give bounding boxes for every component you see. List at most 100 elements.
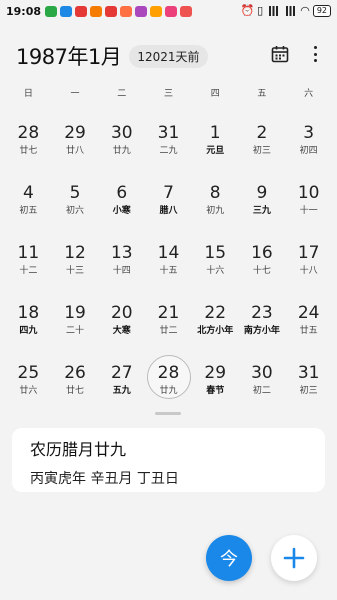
day-cell[interactable]: 10 十一 <box>285 178 332 238</box>
notification-app-icon <box>90 5 103 17</box>
month-title[interactable]: 1987年1月 <box>16 41 122 71</box>
day-cell[interactable]: 19 二十 <box>52 298 99 358</box>
weekday-label: 三 <box>163 89 173 99</box>
status-right: ⏰ ▯ ◠ 92 <box>237 4 331 17</box>
day-cell[interactable]: 13 十四 <box>98 238 145 298</box>
day-number: 26 <box>64 363 86 383</box>
day-cell[interactable]: 28 廿七 <box>5 118 52 178</box>
lunar-label: 十三 <box>66 266 85 276</box>
days-ago-badge: 12021天前 <box>129 44 208 68</box>
day-cell[interactable]: 1 元旦 <box>192 118 239 178</box>
day-number: 28 <box>157 363 180 383</box>
day-number: 19 <box>64 303 86 323</box>
day-cell[interactable]: 14 十五 <box>145 238 192 298</box>
day-number: 30 <box>251 363 273 383</box>
day-cell[interactable]: 25 廿六 <box>5 358 52 418</box>
day-cell[interactable]: 17 十八 <box>285 238 332 298</box>
day-number: 6 <box>116 183 128 203</box>
lunar-label: 二九 <box>159 146 178 156</box>
lunar-label: 南方小年 <box>243 326 280 336</box>
day-cell[interactable]: 31 初三 <box>285 358 332 418</box>
day-cell[interactable]: 31 二九 <box>145 118 192 178</box>
day-number: 29 <box>204 363 227 383</box>
day-cell[interactable]: 22 北方小年 <box>192 298 239 358</box>
day-cell[interactable]: 29 春节 <box>192 358 239 418</box>
day-number: 5 <box>69 183 81 203</box>
notification-icons <box>45 5 195 17</box>
lunar-label: 廿五 <box>299 326 318 336</box>
day-number: 1 <box>209 123 221 143</box>
day-number: 25 <box>17 363 40 383</box>
status-time: 19:08 <box>6 4 42 18</box>
plus-icon <box>283 547 305 569</box>
day-number: 10 <box>297 183 320 203</box>
add-event-button[interactable] <box>271 535 317 581</box>
calendar-icon[interactable] <box>271 45 289 63</box>
lunar-label: 廿九 <box>159 386 178 396</box>
day-cell[interactable]: 29 廿八 <box>52 118 99 178</box>
vibrate-icon: ▯ <box>257 4 264 17</box>
day-cell[interactable]: 30 廿九 <box>98 118 145 178</box>
day-number: 4 <box>22 183 34 203</box>
day-number: 28 <box>17 123 40 143</box>
day-cell[interactable]: 6 小寒 <box>98 178 145 238</box>
lunar-label: 廿七 <box>66 386 85 396</box>
day-cell[interactable]: 16 十七 <box>239 238 286 298</box>
lunar-label: 十五 <box>159 266 178 276</box>
day-number: 23 <box>251 303 273 323</box>
day-cell[interactable]: 26 廿七 <box>52 358 99 418</box>
weekday-label: 六 <box>304 89 314 99</box>
day-cell[interactable]: 23 南方小年 <box>239 298 286 358</box>
lunar-label: 十六 <box>206 266 225 276</box>
day-cell-selected[interactable]: 28 廿九 <box>145 355 192 418</box>
day-cell[interactable]: 27 五九 <box>98 358 145 418</box>
lunar-label: 四九 <box>19 326 38 336</box>
lunar-info-card[interactable]: 农历腊月廿九 丙寅虎年 辛丑月 丁丑日 <box>12 428 325 492</box>
weekday-row: 日一二三四五六 <box>5 86 332 99</box>
day-number: 16 <box>251 243 273 263</box>
lunar-label: 廿八 <box>66 146 85 156</box>
lunar-label: 小寒 <box>112 206 131 216</box>
day-number: 12 <box>64 243 86 263</box>
day-number: 31 <box>297 363 320 383</box>
day-cell[interactable]: 15 十六 <box>192 238 239 298</box>
status-bar: 19:08 ⏰ ▯ ◠ 92 <box>0 0 337 22</box>
notification-app-icon <box>150 5 163 17</box>
notification-app-icon <box>135 5 148 17</box>
day-cell[interactable]: 20 大寒 <box>98 298 145 358</box>
day-cell[interactable]: 2 初三 <box>239 118 286 178</box>
day-cell[interactable]: 5 初六 <box>52 178 99 238</box>
lunar-label: 初五 <box>19 206 38 216</box>
lunar-label: 初三 <box>299 386 318 396</box>
today-button[interactable]: 今 <box>206 535 252 581</box>
day-cell[interactable]: 30 初二 <box>239 358 286 418</box>
day-cell[interactable]: 11 十二 <box>5 238 52 298</box>
weekday-label: 日 <box>23 89 33 99</box>
lunar-label: 廿二 <box>159 326 178 336</box>
lunar-label: 十一 <box>299 206 318 216</box>
battery-icon: 92 <box>312 4 331 17</box>
day-cell[interactable]: 18 四九 <box>5 298 52 358</box>
day-cell[interactable]: 9 三九 <box>239 178 286 238</box>
day-number: 7 <box>163 183 174 203</box>
lunar-label: 元旦 <box>206 146 225 156</box>
day-cell[interactable]: 8 初九 <box>192 178 239 238</box>
day-cell[interactable]: 21 廿二 <box>145 298 192 358</box>
day-cell[interactable]: 3 初四 <box>285 118 332 178</box>
day-number: 9 <box>256 183 268 203</box>
day-cell[interactable]: 4 初五 <box>5 178 52 238</box>
lunar-label: 二十 <box>66 326 85 336</box>
lunar-label: 大寒 <box>112 326 131 336</box>
alarm-icon: ⏰ <box>240 4 255 17</box>
more-options-icon[interactable] <box>307 44 323 64</box>
day-cell[interactable]: 12 十三 <box>52 238 99 298</box>
signal-icon <box>266 5 281 16</box>
drag-handle[interactable] <box>155 412 181 415</box>
day-number: 29 <box>64 123 86 143</box>
day-cell[interactable]: 7 腊八 <box>145 178 192 238</box>
lunar-label: 初六 <box>66 206 85 216</box>
day-number: 3 <box>303 123 315 143</box>
lunar-label: 春节 <box>206 386 225 396</box>
day-cell[interactable]: 24 廿五 <box>285 298 332 358</box>
lunar-label: 初三 <box>252 146 271 156</box>
